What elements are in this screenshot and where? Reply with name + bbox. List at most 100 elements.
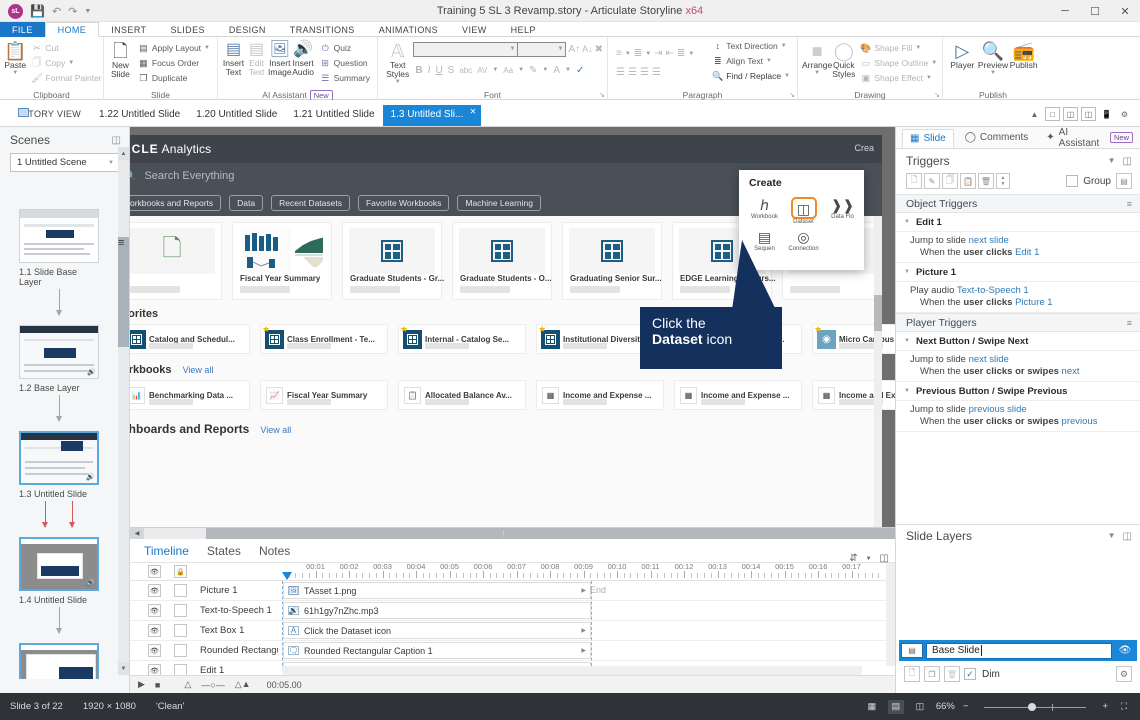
spacing-caret-icon[interactable]: ▼ (490, 67, 500, 73)
preview-button[interactable]: 🔍 Preview ▼ (978, 39, 1009, 87)
scenes-scroll-thumb[interactable]: ≡ (118, 237, 129, 347)
chevron-down-icon[interactable]: ▼ (108, 160, 114, 166)
trigger-object-header[interactable]: ▼ Next Button / Swipe Next (896, 332, 1140, 351)
slide-thumbnail-3[interactable]: 🔊 (19, 537, 99, 591)
scroll-down-icon[interactable]: ▼ (118, 662, 129, 675)
tab-home[interactable]: HOME (44, 22, 100, 37)
minimize-button[interactable]: ─ (1050, 0, 1080, 22)
recent-card-2[interactable]: Graduate Students - Gr... (342, 222, 444, 300)
timeline-bar[interactable]: 🗨 Rounded Rectangular Caption 1 ▶ (283, 642, 591, 659)
workbooks-view-all[interactable]: View all (183, 365, 214, 375)
timeline-row[interactable]: 👁 Text Box 1 A Click the Dataset icon ▶ (130, 621, 895, 641)
numbering-icon[interactable]: ≣ (634, 48, 642, 59)
create-dataflow-item[interactable]: ❱❱ Data Flo (823, 193, 862, 225)
chevron-down-icon[interactable]: ▼ (904, 388, 910, 394)
shape-fill-button[interactable]: 🎨 Shape Fill ▼ (857, 41, 940, 55)
triggers-collapse-icon[interactable]: ◫ (1123, 156, 1132, 167)
tab-notes[interactable]: Notes (259, 544, 290, 558)
trigger-action-target[interactable]: next slide (969, 354, 1009, 365)
tab-view[interactable]: VIEW (450, 22, 499, 37)
dashboards-view-all[interactable]: View all (260, 425, 291, 435)
timeline-vscrollbar[interactable] (886, 563, 895, 666)
recent-card-3[interactable]: Graduate Students - O... (452, 222, 552, 300)
paste-caret-icon[interactable]: ▼ (12, 70, 18, 76)
text-styles-button[interactable]: 𝔸 Text Styles ▼ (382, 39, 413, 85)
recent-card-1[interactable]: Fiscal Year Summary (232, 222, 332, 300)
zoom-in-button[interactable]: + (1102, 701, 1108, 712)
zoom-slider[interactable] (976, 702, 1094, 712)
delete-layer-button[interactable]: 🗑 (944, 666, 960, 682)
shape-effect-caret-icon[interactable]: ▼ (926, 75, 932, 81)
timeline-ruler[interactable]: 00:01 00:02 00:03 00:04 00:05 00:06 00:07 00:08… (282, 562, 880, 581)
tab-transitions[interactable]: TRANSITIONS (278, 22, 367, 37)
apply-layout-button[interactable]: ▤ Apply Layout ▼ (135, 41, 213, 55)
publish-button[interactable]: 📻 Publish (1008, 39, 1039, 87)
workbook-item-2[interactable]: 📋 Allocated Balance Av... (398, 380, 526, 410)
shape-fill-caret-icon[interactable]: ▼ (915, 45, 921, 51)
star-icon[interactable]: ★ (262, 324, 270, 335)
shape-effect-button[interactable]: ▣ Shape Effect ▼ (857, 71, 940, 85)
highlight-caret-icon[interactable]: ▼ (540, 67, 550, 73)
bar-expand-icon[interactable]: ▶ (581, 587, 586, 594)
workbook-item-4[interactable]: ▦ Income and Expense ... (674, 380, 802, 410)
tab-design[interactable]: DESIGN (217, 22, 278, 37)
copy-trigger-button[interactable]: 🗍 (942, 173, 958, 189)
paste-trigger-button[interactable]: 📋 (960, 173, 976, 189)
workbook-item-1[interactable]: 📈 Fiscal Year Summary (260, 380, 388, 410)
paragraph-dialog-launcher-icon[interactable]: ↘ (789, 91, 795, 99)
timeline-row[interactable]: 👁 Text-to-Speech 1 🔊 61h1gy7nZhc.mp3 (130, 601, 895, 621)
timeline-hscrollbar[interactable] (282, 666, 862, 675)
trigger-condition[interactable]: When the user clicks Edit 1 (896, 247, 1140, 263)
favorite-item-2[interactable]: ★ Internal - Catalog Se... (398, 324, 526, 354)
trigger-object-header[interactable]: ▼ Edit 1 (896, 213, 1140, 232)
tab-insert[interactable]: INSERT (99, 22, 158, 37)
workbook-item-3[interactable]: ▦ Income and Expense ... (536, 380, 664, 410)
find-caret-icon[interactable]: ▼ (784, 73, 790, 79)
row-eye-icon[interactable]: 👁 (148, 584, 161, 597)
ai-insert-text-button[interactable]: ▤ Insert Text (222, 39, 245, 87)
scene-tab-1[interactable]: 1.20 Untitled Slide (188, 105, 285, 126)
collapse-all-icon[interactable]: ≡ (1127, 199, 1132, 209)
splitter-collapse-icon[interactable]: ◀ (130, 528, 144, 539)
trigger-action-target[interactable]: next slide (969, 235, 1009, 246)
grid-view-icon[interactable]: ▦ (864, 700, 880, 714)
strikethrough-button[interactable]: S (446, 65, 457, 76)
tab-slide[interactable]: ▦ Slide (902, 129, 954, 148)
italic-button[interactable]: I (426, 65, 433, 76)
scene-tab-3[interactable]: 1.3 Untitled Sli... ✕ (382, 105, 482, 126)
view-split-icon[interactable]: ◫ (1063, 107, 1078, 121)
new-slide-button[interactable]: 🗋 New Slide (108, 39, 133, 87)
font-name-caret-icon[interactable]: ▼ (509, 46, 515, 52)
slide-thumbnail-2[interactable]: 🔊 (19, 431, 99, 485)
chip-workbooks-reports[interactable]: orkbooks and Reports (130, 194, 222, 211)
shape-outline-caret-icon[interactable]: ▼ (931, 60, 937, 66)
trigger-object-header[interactable]: ▼ Previous Button / Swipe Previous (896, 382, 1140, 401)
delete-trigger-button[interactable]: 🗑 (978, 173, 994, 189)
collapse-all-icon[interactable]: ≡ (1127, 318, 1132, 328)
row-lock-checkbox[interactable] (174, 644, 187, 657)
align-text-button[interactable]: ≣ Align Text ▼ (709, 54, 793, 68)
line-spacing-icon[interactable]: ≣ (677, 48, 685, 59)
create-workbook-item[interactable]: ℎ Workbook (745, 193, 784, 225)
maximize-button[interactable]: ☐ (1080, 0, 1110, 22)
reorder-trigger-button[interactable]: ▲ ▼ (996, 173, 1010, 189)
tab-timeline[interactable]: Timeline (144, 544, 189, 558)
star-icon[interactable]: ★ (400, 324, 408, 335)
trigger-condition[interactable]: When the user clicks or swipes next (896, 366, 1140, 382)
bullets-caret-icon[interactable]: ▼ (625, 51, 631, 57)
triggers-menu-icon[interactable]: ▼ (1108, 156, 1116, 167)
trigger-action[interactable]: Jump to slide previous slide (896, 401, 1140, 416)
group-checkbox[interactable] (1066, 175, 1079, 187)
trigger-action[interactable]: Jump to slide next slide (896, 351, 1140, 366)
find-replace-button[interactable]: 🔍 Find / Replace ▼ (709, 69, 793, 83)
preview-caret-icon[interactable]: ▼ (990, 70, 996, 76)
line-spacing-caret-icon[interactable]: ▼ (688, 51, 694, 57)
chevron-down-icon[interactable]: ▼ (904, 338, 910, 344)
decrease-indent-icon[interactable]: ⇥ (654, 48, 662, 59)
slide-layer-row[interactable]: ▤ Base Slide 👁 (899, 640, 1137, 661)
row-lock-checkbox[interactable] (174, 584, 187, 597)
text-styles-caret-icon[interactable]: ▼ (395, 79, 401, 85)
bar-expand-icon[interactable]: ▶ (581, 627, 586, 634)
slide-thumbnail-1[interactable]: 🔊 (19, 325, 99, 379)
star-icon[interactable]: ★ (814, 324, 822, 335)
